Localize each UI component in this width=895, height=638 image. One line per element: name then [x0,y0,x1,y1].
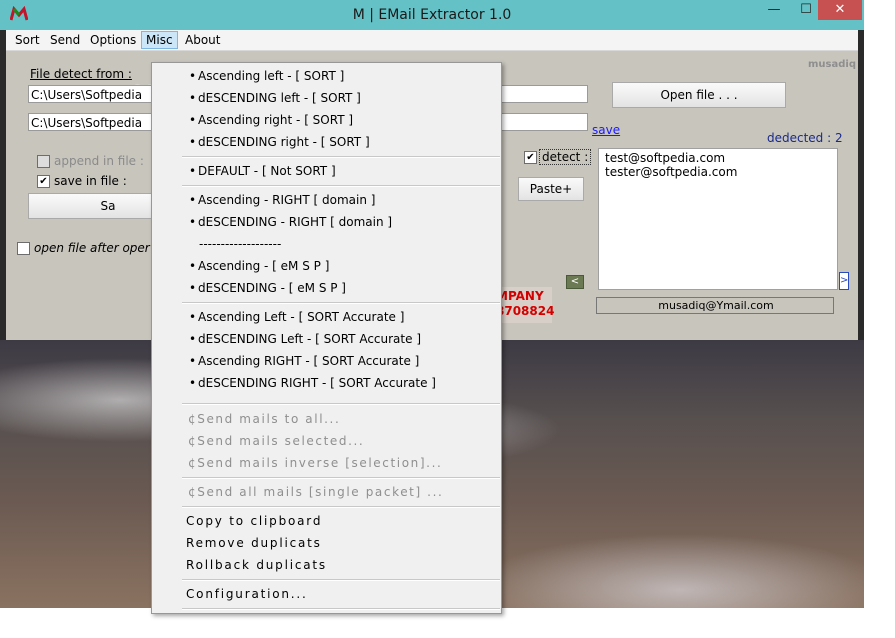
save-in-file-label: save in file : [54,174,127,188]
company-banner: MPANY 8708824 [496,287,555,323]
nav-left-button[interactable]: < [566,275,584,289]
menu-option-label: Ascending RIGHT - [ SORT Accurate ] [198,354,420,368]
menu-option-desc-right-domain[interactable]: dESCENDING - RIGHT [ domain ] [152,215,501,229]
menu-separator [182,579,500,581]
open-after-label: open file after oper [34,241,150,255]
menu-option-default-not-sort[interactable]: DEFAULT - [ Not SORT ] [152,164,501,178]
menu-option-desc-right-accurate[interactable]: dESCENDING RIGHT - [ SORT Accurate ] [152,376,501,390]
menu-option-send-selected[interactable]: ¢Send mails selected... [188,434,537,448]
nav-right-button[interactable]: > [839,272,849,290]
menu-option-asc-left-accurate[interactable]: Ascending Left - [ SORT Accurate ] [152,310,501,324]
menu-dashes: ------------------- [199,237,282,251]
menu-option-label: dESCENDING RIGHT - [ SORT Accurate ] [198,376,436,390]
detect-checkbox[interactable]: ✔ [524,151,537,164]
menu-option-label: Ascending left - [ SORT ] [198,69,345,83]
menu-option-send-inverse[interactable]: ¢Send mails inverse [selection]... [188,456,537,470]
menu-separator [182,506,500,508]
menu-option-label: dESCENDING Left - [ SORT Accurate ] [198,332,421,346]
menu-option-label: dESCENDING right - [ SORT ] [198,135,370,149]
menu-option-label: dESCENDING left - [ SORT ] [198,91,361,105]
detect-label: detect : [539,149,592,165]
file-detect-label: File detect from : [30,67,132,81]
menu-option-copy-clipboard[interactable]: Copy to clipboard [186,514,535,528]
save-link[interactable]: save [592,123,620,137]
list-item[interactable]: tester@softpedia.com [605,165,831,179]
menu-option-asc-right-sort[interactable]: Ascending right - [ SORT ] [152,113,501,127]
detected-count: dedected : 2 [767,131,843,145]
close-button[interactable]: ✕ [818,0,862,20]
menu-option-label: Ascending - RIGHT [ domain ] [198,193,376,207]
menu-about[interactable]: About [185,33,220,47]
menu-option-label: dESCENDING - [ eM S P ] [198,281,346,295]
menu-send[interactable]: Send [50,33,80,47]
maximize-button[interactable]: ☐ [792,0,820,20]
misc-dropdown-menu: Ascending left - [ SORT ] dESCENDING lef… [151,62,502,614]
menu-option-asc-emsp[interactable]: Ascending - [ eM S P ] [152,259,501,273]
menu-separator [182,403,500,405]
list-item[interactable]: test@softpedia.com [605,151,831,165]
open-file-button[interactable]: Open file . . . [612,82,786,108]
menu-option-send-all[interactable]: ¢Send mails to all... [188,412,537,426]
menu-option-desc-left-sort[interactable]: dESCENDING left - [ SORT ] [152,91,501,105]
author-email-field: musadiq@Ymail.com [596,297,834,314]
menu-separator [182,608,500,610]
menu-option-desc-left-accurate[interactable]: dESCENDING Left - [ SORT Accurate ] [152,332,501,346]
menu-option-asc-right-accurate[interactable]: Ascending RIGHT - [ SORT Accurate ] [152,354,501,368]
save-in-file-checkbox[interactable]: ✔ [37,175,50,188]
menu-option-asc-left-sort[interactable]: Ascending left - [ SORT ] [152,69,501,83]
minimize-button[interactable]: — [760,0,788,20]
title-bar[interactable]: M | EMail Extractor 1.0 — ☐ ✕ [0,0,864,30]
menu-options[interactable]: Options [90,33,136,47]
menu-separator [182,156,500,158]
menu-option-label: dESCENDING - RIGHT [ domain ] [198,215,393,229]
menu-separator [182,477,500,479]
results-list[interactable]: test@softpedia.com tester@softpedia.com [598,148,838,290]
menu-option-label: Ascending right - [ SORT ] [198,113,354,127]
menu-option-label: Ascending - [ eM S P ] [198,259,330,273]
menu-option-label: Ascending Left - [ SORT Accurate ] [198,310,405,324]
menu-option-send-single-packet[interactable]: ¢Send all mails [single packet] ... [188,485,537,499]
menu-bar: Sort Send Options Misc About [6,30,858,51]
paste-button[interactable]: Paste+ [518,177,584,201]
menu-separator [182,302,500,304]
company-line-1: MPANY [496,289,544,303]
menu-option-desc-right-sort[interactable]: dESCENDING right - [ SORT ] [152,135,501,149]
menu-separator [182,185,500,187]
author-label: musadiq [808,59,856,70]
menu-option-desc-emsp[interactable]: dESCENDING - [ eM S P ] [152,281,501,295]
company-line-2: 8708824 [496,304,555,318]
menu-option-rollback-duplicates[interactable]: Rollback duplicats [186,558,535,572]
append-checkbox[interactable] [37,155,50,168]
append-label: append in file : [54,154,144,168]
open-after-checkbox[interactable] [17,242,30,255]
menu-option-configuration[interactable]: Configuration... [186,587,535,601]
menu-misc[interactable]: Misc [141,31,178,49]
menu-option-remove-duplicates[interactable]: Remove duplicats [186,536,535,550]
menu-sort[interactable]: Sort [15,33,40,47]
menu-option-asc-right-domain[interactable]: Ascending - RIGHT [ domain ] [152,193,501,207]
window-title: M | EMail Extractor 1.0 [352,7,512,23]
menu-option-label: DEFAULT - [ Not SORT ] [198,164,336,178]
